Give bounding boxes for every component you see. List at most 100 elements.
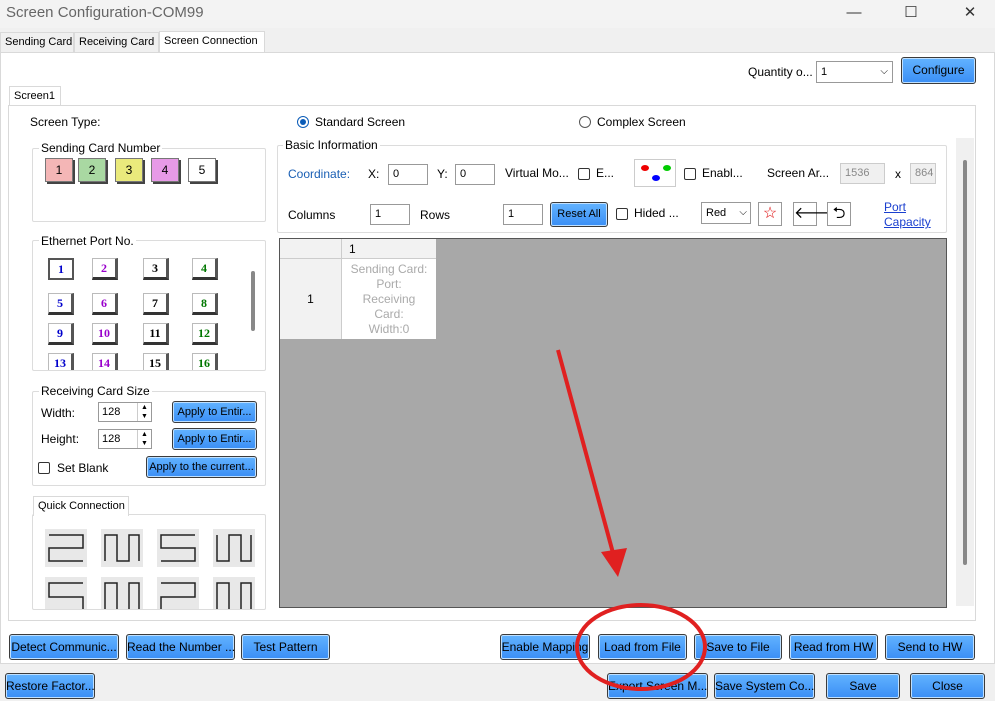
title-bar: Screen Configuration-COM99 — ☐ ✕ — [0, 0, 995, 28]
grid-corner — [280, 239, 342, 259]
apply-height-button[interactable]: Apply to Entir... — [172, 428, 257, 450]
save-system-config-button[interactable]: Save System Co... — [714, 673, 815, 699]
columns-input[interactable]: 1 — [370, 204, 410, 225]
spin-up-icon[interactable]: ▲ — [137, 430, 151, 439]
ethernet-port-16[interactable]: 16 — [192, 353, 218, 370]
save-button[interactable]: Save — [826, 673, 900, 699]
export-screen-map-button[interactable]: Export Screen M... — [607, 673, 708, 699]
grid-row-header[interactable]: 1 — [280, 259, 342, 339]
port-capacity-link-2[interactable]: Capacity — [884, 215, 931, 229]
enable-checkbox[interactable] — [684, 168, 696, 180]
test-pattern-button[interactable]: Test Pattern — [241, 634, 330, 660]
ethernet-port-11[interactable]: 11 — [143, 323, 169, 345]
reset-all-button[interactable]: Reset All — [550, 202, 608, 227]
rgb-led-icon[interactable] — [634, 159, 676, 187]
sending-card-2[interactable]: 2 — [78, 158, 106, 182]
ethernet-port-10[interactable]: 10 — [92, 323, 118, 345]
cell-width: Width:0 — [368, 322, 410, 336]
ethernet-port-scrollbar[interactable] — [251, 271, 255, 331]
height-spinbox[interactable]: 128 ▲ ▼ — [98, 429, 152, 449]
quick-connection-patterns — [45, 529, 255, 609]
star-icon[interactable]: ☆ — [758, 202, 782, 226]
ethernet-port-12[interactable]: 12 — [192, 323, 218, 345]
hided-label: Hided ... — [634, 206, 679, 220]
ethernet-port-3[interactable]: 3 — [143, 258, 169, 280]
scrollbar-thumb[interactable] — [963, 160, 967, 565]
cell-port: Port: — [376, 277, 402, 291]
set-blank-checkbox[interactable] — [38, 462, 50, 474]
cell-card: Card: — [374, 307, 404, 321]
screen-grid-area[interactable]: 1 1 Sending Card: Port: Receiving Card: … — [279, 238, 947, 608]
undo-icon[interactable]: ⮌ — [827, 202, 851, 226]
apply-current-button[interactable]: Apply to the current... — [146, 456, 257, 478]
minimize-button[interactable]: — — [831, 0, 877, 28]
send-to-hw-button[interactable]: Send to HW — [885, 634, 975, 660]
x-label: X: — [368, 167, 380, 181]
standard-screen-radio[interactable] — [297, 116, 309, 128]
rows-label: Rows — [420, 208, 451, 222]
maximize-button[interactable]: ☐ — [888, 0, 934, 28]
sending-card-1[interactable]: 1 — [45, 158, 73, 182]
height-label: Height: — [41, 432, 80, 446]
load-from-file-button[interactable]: Load from File — [598, 634, 687, 660]
detect-communication-button[interactable]: Detect Communic... — [9, 634, 119, 660]
ethernet-port-7[interactable]: 7 — [143, 293, 169, 315]
ethernet-port-14[interactable]: 14 — [92, 353, 118, 370]
read-number-button[interactable]: Read the Number ... — [126, 634, 235, 660]
apply-width-button[interactable]: Apply to Entir... — [172, 401, 257, 423]
quantity-select[interactable]: 1 ⌵ — [816, 61, 893, 83]
configure-button[interactable]: Configure — [901, 57, 976, 84]
complex-screen-label: Complex Screen — [597, 115, 686, 129]
x-input[interactable]: 0 — [388, 164, 428, 185]
sending-card-4[interactable]: 4 — [151, 158, 179, 182]
ethernet-port-6[interactable]: 6 — [92, 293, 118, 315]
ethernet-port-4[interactable]: 4 — [192, 258, 218, 280]
tab-screen-connection[interactable]: Screen Connection — [159, 31, 265, 52]
y-input[interactable]: 0 — [455, 164, 495, 185]
tab-receiving-card[interactable]: Receiving Card — [74, 32, 159, 52]
restore-factory-button[interactable]: Restore Factor... — [5, 673, 95, 699]
screen-area-height: 864 — [910, 163, 936, 184]
close-window-button[interactable]: ✕ — [947, 0, 993, 28]
enable-mapping-button[interactable]: Enable Mapping — [500, 634, 590, 660]
sending-card-3[interactable]: 3 — [115, 158, 143, 182]
screen-area-width: 1536 — [840, 163, 885, 184]
vertical-scrollbar[interactable] — [956, 138, 974, 606]
ethernet-port-15[interactable]: 15 — [143, 353, 169, 370]
quick-connection-group — [32, 514, 266, 610]
width-label: Width: — [41, 406, 76, 420]
set-blank-label: Set Blank — [57, 461, 109, 475]
window-title: Screen Configuration-COM99 — [6, 4, 204, 21]
spin-down-icon[interactable]: ▼ — [137, 412, 151, 421]
tab-screen1[interactable]: Screen1 — [9, 86, 61, 106]
spin-down-icon[interactable]: ▼ — [137, 439, 151, 448]
port-capacity-link[interactable]: Port — [884, 200, 906, 214]
ethernet-port-9[interactable]: 9 — [48, 323, 74, 345]
screen-type-label: Screen Type: — [30, 115, 101, 129]
save-to-file-button[interactable]: Save to File — [694, 634, 782, 660]
close-button[interactable]: Close — [910, 673, 985, 699]
ethernet-port-5[interactable]: 5 — [48, 293, 74, 315]
virtual-mode-checkbox[interactable] — [578, 168, 590, 180]
quantity-label: Quantity o... — [748, 65, 813, 79]
arrow-left-icon[interactable]: 🡐 — [793, 202, 837, 226]
rows-input[interactable]: 1 — [503, 204, 543, 225]
complex-screen-radio[interactable] — [579, 116, 591, 128]
ethernet-port-8[interactable]: 8 — [192, 293, 218, 315]
grid-cell[interactable]: Sending Card: Port: Receiving Card: Widt… — [342, 259, 436, 339]
sending-card-5[interactable]: 5 — [188, 158, 216, 182]
tab-sending-card[interactable]: Sending Card — [0, 32, 74, 52]
grid-column-header[interactable]: 1 — [342, 239, 436, 259]
pattern-s2-icon — [45, 577, 87, 609]
read-from-hw-button[interactable]: Read from HW — [789, 634, 878, 660]
ethernet-port-2[interactable]: 2 — [92, 258, 118, 280]
hided-checkbox[interactable] — [616, 208, 628, 220]
ethernet-port-1[interactable]: 1 — [48, 258, 74, 280]
color-select[interactable]: Red ⌵ — [701, 202, 751, 224]
virtual-mode-e-label: E... — [596, 166, 615, 180]
width-spinbox[interactable]: 128 ▲ ▼ — [98, 402, 152, 422]
ethernet-port-13[interactable]: 13 — [48, 353, 74, 370]
standard-screen-label: Standard Screen — [315, 115, 406, 129]
y-label: Y: — [437, 167, 448, 181]
spin-up-icon[interactable]: ▲ — [137, 403, 151, 412]
